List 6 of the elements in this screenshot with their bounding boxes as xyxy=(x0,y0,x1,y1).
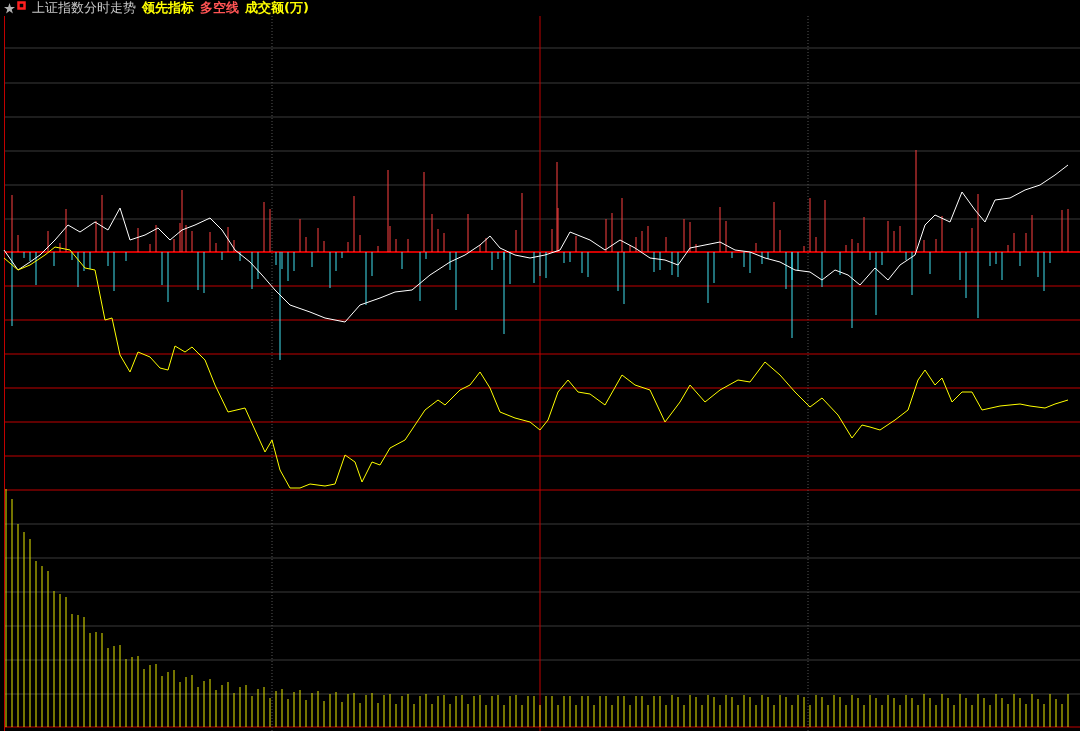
chart-title: 上证指数分时走势 xyxy=(32,0,136,16)
indicator-label[interactable]: 领先指标 xyxy=(142,0,194,16)
indicator-label[interactable]: 多空线 xyxy=(200,0,239,16)
star-icon[interactable] xyxy=(4,2,15,14)
square-icon[interactable] xyxy=(17,0,26,10)
indicator-label[interactable]: 成交额(万) xyxy=(245,0,309,16)
